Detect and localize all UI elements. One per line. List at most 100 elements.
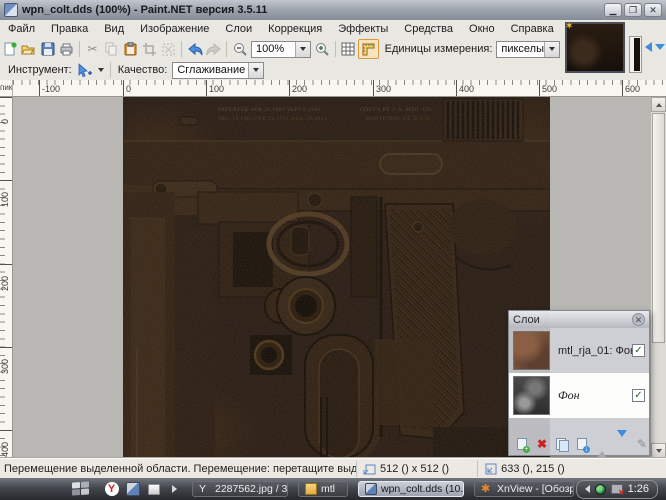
v-ruler-label: 200 [0, 264, 12, 275]
menu-view[interactable]: Вид [96, 20, 132, 38]
menu-layers[interactable]: Слои [217, 20, 260, 38]
quality-value: Сглаживание [173, 64, 248, 76]
yandex-task-icon: Y [199, 483, 211, 495]
task-button-paint-net[interactable]: wpn_colt.dds (10... [358, 481, 464, 497]
yandex-quicklaunch-icon[interactable]: Y [104, 482, 119, 497]
unsaved-star-icon: ✶ [565, 21, 573, 32]
move-selection-tool-icon[interactable] [76, 61, 95, 79]
menu-image[interactable]: Изображение [132, 20, 217, 38]
units-label: Единицы измерения: [385, 43, 493, 55]
menu-effects[interactable]: Эффекты [330, 20, 396, 38]
system-tray: 1:26 [576, 480, 658, 499]
layer-visibility-checkbox[interactable]: ✓ [632, 344, 645, 357]
layer-visibility-checkbox[interactable]: ✓ [632, 389, 645, 402]
units-combobox[interactable]: пикселы [496, 41, 560, 58]
scroll-up-icon[interactable] [651, 97, 666, 112]
restore-button[interactable]: ❐ [624, 3, 642, 17]
paint-net-quicklaunch-icon[interactable] [125, 482, 140, 497]
layers-panel-titlebar[interactable]: Слои ✕ [509, 311, 649, 328]
paste-icon[interactable] [121, 40, 140, 58]
menu-adjustments[interactable]: Коррекция [260, 20, 330, 38]
resize-icon [363, 462, 376, 475]
menu-utilities[interactable]: Средства [396, 20, 461, 38]
network-disconnected-icon[interactable] [611, 484, 623, 494]
duplicate-layer-icon[interactable] [555, 437, 569, 452]
menu-help[interactable]: Справка [503, 20, 562, 38]
minimize-button[interactable]: ▁ [604, 3, 622, 17]
cut-icon[interactable]: ✂ [83, 40, 102, 58]
folder-task-icon [305, 483, 317, 495]
cube-quicklaunch-icon[interactable] [146, 482, 161, 497]
menu-edit[interactable]: Правка [43, 20, 96, 38]
zoom-in-icon[interactable] [313, 40, 332, 58]
h-ruler-label: -100 [39, 80, 60, 96]
layer-row-top[interactable]: mtl_rja_01: Фон ✓ [509, 328, 649, 373]
strip-list-chevron-icon[interactable] [655, 44, 665, 50]
menu-bar: Файл Правка Вид Изображение Слои Коррекц… [0, 20, 560, 38]
task-button-image[interactable]: Y 2287562.jpg / 3... [192, 481, 288, 497]
open-file-icon[interactable] [19, 40, 38, 58]
layer-thumbnail-brown [513, 331, 550, 370]
units-combo-arrow[interactable] [544, 42, 559, 57]
h-ruler-label: 300 [373, 80, 391, 96]
scroll-down-icon[interactable] [651, 443, 666, 458]
quicklaunch-expand-icon[interactable] [167, 482, 182, 497]
start-button-icon[interactable] [72, 481, 90, 496]
merge-layer-down-icon[interactable]: ↓ [575, 437, 589, 452]
move-layer-down-icon[interactable] [615, 437, 629, 452]
layer-name: Фон [550, 388, 632, 403]
add-layer-icon[interactable]: + [515, 437, 529, 452]
status-message: Перемещение выделенной области. Перемеще… [0, 463, 356, 475]
strip-scroll-left-icon[interactable] [645, 42, 652, 52]
crop-icon[interactable] [140, 40, 159, 58]
h-ruler-label: 600 [622, 80, 640, 96]
image-size-section: 512 () x 512 () [356, 461, 455, 477]
scrollbar-thumb[interactable] [652, 113, 665, 343]
menu-window[interactable]: Окно [461, 20, 503, 38]
redo-icon[interactable] [204, 40, 223, 58]
task-button-xnview[interactable]: ✱ XnView - [Обозр... [474, 481, 574, 497]
window-title: wpn_colt.dds (100%) - Paint.NET версия 3… [22, 4, 267, 16]
task-button-folder[interactable]: mtl [298, 481, 348, 497]
menu-file[interactable]: Файл [0, 20, 43, 38]
layer-thumbnail-gray [513, 376, 550, 415]
v-ruler-label: 100 [0, 180, 12, 191]
layer-properties-icon[interactable]: ✎ [635, 437, 649, 452]
print-icon[interactable] [57, 40, 76, 58]
horizontal-ruler: -100 0 100 200 300 400 500 600 [0, 80, 666, 97]
layer-row-background[interactable]: Фон ✓ [509, 373, 649, 418]
quality-combo-arrow[interactable] [248, 63, 263, 78]
close-button[interactable]: ✕ [644, 3, 662, 17]
units-value: пикселы [497, 43, 544, 55]
rulers-toggle-icon[interactable] [358, 39, 379, 59]
deselect-icon[interactable] [159, 40, 178, 58]
canvas-vertical-scrollbar[interactable] [651, 97, 666, 458]
delete-layer-icon[interactable]: ✖ [535, 437, 549, 452]
grid-toggle-icon[interactable] [339, 40, 358, 58]
tool-label: Инструмент: [8, 64, 72, 76]
document-canvas[interactable]: PATENTED APR.20.1897.SEPT.9.1902 DEC.19.… [123, 97, 550, 458]
save-icon[interactable] [38, 40, 57, 58]
tool-dropdown-arrow[interactable] [95, 61, 107, 79]
network-globe-icon[interactable] [595, 484, 606, 495]
v-ruler-label: 400 [0, 430, 12, 441]
open-images-strip: ✶ [560, 20, 666, 80]
new-file-icon[interactable] [0, 40, 19, 58]
zoom-level-combobox[interactable]: 100% [251, 41, 311, 58]
zoom-level-value: 100% [252, 43, 295, 55]
second-image-thumbnail[interactable] [629, 36, 642, 73]
tray-collapse-icon[interactable] [585, 485, 590, 493]
zoom-out-icon[interactable] [230, 40, 249, 58]
status-bar: Перемещение выделенной области. Перемеще… [0, 458, 666, 478]
move-layer-up-icon[interactable] [595, 437, 609, 452]
active-image-thumbnail[interactable]: ✶ [565, 22, 625, 73]
zoom-combo-arrow[interactable] [295, 42, 310, 57]
title-bar: wpn_colt.dds (100%) - Paint.NET версия 3… [0, 0, 666, 21]
quality-combobox[interactable]: Сглаживание [172, 62, 264, 79]
undo-icon[interactable] [185, 40, 204, 58]
quick-launch: Y [104, 482, 182, 497]
image-size-value: 512 () x 512 () [380, 463, 449, 475]
layers-panel-close-icon[interactable]: ✕ [632, 313, 645, 326]
layers-panel-title: Слои [513, 314, 540, 326]
copy-icon[interactable] [102, 40, 121, 58]
